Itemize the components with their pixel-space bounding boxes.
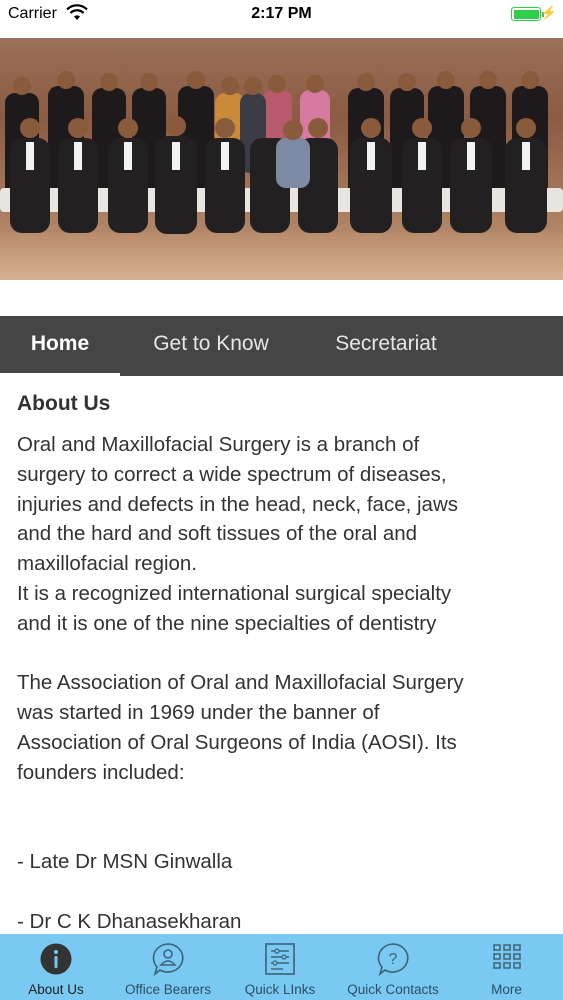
tab-get-to-know[interactable]: Get to Know (130, 316, 292, 376)
nav-label: Quick LInks (244, 982, 316, 997)
section-heading: About Us (17, 392, 111, 415)
tab-secretariat[interactable]: Secretariat (310, 316, 462, 376)
nav-office-bearers[interactable]: Office Bearers (112, 934, 224, 1000)
battery-icon (511, 7, 541, 21)
tab-home[interactable]: Home (0, 316, 120, 376)
nav-label: More (491, 982, 522, 997)
nav-quick-contacts[interactable]: ? Quick Contacts (336, 934, 450, 1000)
info-icon (39, 942, 73, 981)
grid-icon (492, 942, 522, 977)
nav-more[interactable]: More (450, 934, 563, 1000)
hero-group-photo (0, 38, 563, 280)
bottom-tab-bar: About Us Office Bearers Quick LInks ? Qu… (0, 934, 563, 1000)
segment-tabs: Home Get to Know Secretariat (0, 316, 563, 376)
person-bubble-icon (151, 942, 185, 981)
question-bubble-icon: ? (376, 942, 410, 981)
nav-about-us[interactable]: About Us (0, 934, 112, 1000)
nav-label: Office Bearers (124, 982, 212, 997)
clock: 2:17 PM (251, 5, 312, 22)
document-list-icon (263, 942, 297, 981)
status-bar: Carrier 2:17 PM ⚡ (0, 0, 563, 30)
svg-text:?: ? (389, 951, 398, 968)
about-content: About Us Oral and Maxillofacial Surgery … (17, 392, 552, 937)
about-body-text: Oral and Maxillofacial Surgery is a bran… (17, 433, 464, 933)
nav-label: Quick Contacts (347, 982, 439, 997)
nav-quick-links[interactable]: Quick LInks (224, 934, 336, 1000)
nav-label: About Us (28, 982, 84, 997)
charging-icon: ⚡ (540, 5, 557, 20)
